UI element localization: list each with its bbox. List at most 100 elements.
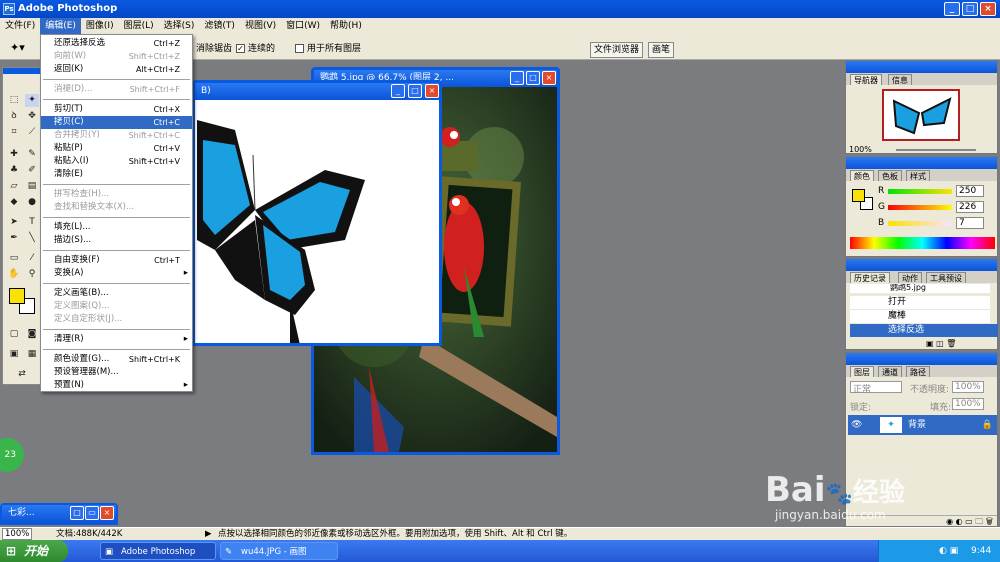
magic-wand-tool-icon[interactable]: ✦ — [25, 94, 39, 107]
doc-minimize-button[interactable]: _ — [391, 84, 405, 98]
clone-stamp-icon[interactable]: ♣ — [7, 164, 21, 177]
menu-window[interactable]: 窗口(W) — [281, 18, 325, 34]
doc-minimize-button[interactable]: _ — [510, 71, 524, 85]
marquee-tool-icon[interactable]: ⬚ — [7, 94, 21, 107]
dodge-tool-icon[interactable]: ● — [25, 196, 39, 209]
menu-edit[interactable]: 编辑(E) — [40, 18, 81, 34]
menu-file[interactable]: 文件(F) — [0, 18, 40, 34]
visibility-eye-icon[interactable]: 👁 — [851, 415, 862, 435]
blend-mode-select[interactable]: 正常 — [850, 381, 902, 395]
pen-tool-icon[interactable]: ✒ — [7, 232, 21, 245]
quickmask-mode-icon[interactable]: ◙ — [25, 328, 39, 341]
color-ramp[interactable] — [850, 237, 995, 249]
tab-channels[interactable]: 通道 — [878, 366, 902, 377]
edit-menu-item[interactable]: 自由变换(F) Ctrl+T — [41, 254, 192, 267]
edit-menu-item[interactable]: 描边(S)... — [41, 234, 192, 247]
tab-info[interactable]: 信息 — [888, 74, 912, 85]
red-slider[interactable] — [888, 189, 952, 194]
menu-view[interactable]: 视图(V) — [240, 18, 281, 34]
fullscreen-mode-icon[interactable]: ▦ — [25, 348, 39, 361]
layer-row-background[interactable]: 背景 👁 ✦ 🔒 — [848, 415, 997, 435]
doc-close-button[interactable]: × — [542, 71, 556, 85]
clock[interactable]: 9:44 — [971, 540, 991, 562]
tab-color[interactable]: 颜色 — [850, 170, 874, 181]
tab-swatches[interactable]: 色板 — [878, 170, 902, 181]
history-item-selected[interactable]: 选择反选 — [850, 324, 998, 337]
imageready-icon[interactable]: ⇄ — [15, 368, 29, 381]
magic-wand-icon[interactable]: ✦▾ — [10, 41, 25, 54]
brushes-tab[interactable]: 画笔 — [648, 42, 675, 58]
contiguous-checkbox[interactable]: ✓ 连续的 — [236, 41, 275, 54]
history-snapshot[interactable]: 鹦鹉5.jpg — [850, 284, 990, 293]
notes-tool-icon[interactable]: ▭ — [7, 252, 21, 265]
edit-menu-item[interactable]: 预设管理器(M)... — [41, 366, 192, 379]
opacity-field[interactable]: 100% — [952, 381, 984, 393]
status-zoom[interactable]: 100% — [2, 528, 32, 540]
foreground-color-swatch[interactable] — [9, 288, 25, 304]
document-window-butterfly[interactable]: B) _ □ × — [192, 80, 442, 346]
navigator-thumbnail[interactable] — [882, 89, 960, 141]
edit-menu-item[interactable]: 还原选择反选 Ctrl+Z — [41, 37, 192, 50]
file-browser-tab[interactable]: 文件浏览器 — [590, 42, 644, 58]
green-slider[interactable] — [888, 205, 952, 210]
edit-menu-item[interactable]: 粘贴入(I) Shift+Ctrl+V — [41, 155, 192, 168]
crop-tool-icon[interactable]: ⌗ — [7, 126, 21, 139]
task-photoshop[interactable]: ▣ Adobe Photoshop — [100, 542, 216, 560]
type-tool-icon[interactable]: T — [25, 216, 39, 229]
tray-icons[interactable]: ◐ ▣ — [939, 540, 958, 562]
edit-menu-item[interactable]: 清除(E) — [41, 168, 192, 181]
minimized-document[interactable]: 七彩... □ ▭ × — [0, 503, 118, 525]
zoom-tool-icon[interactable]: ⚲ — [25, 268, 39, 281]
shape-tool-icon[interactable]: ╲ — [25, 232, 39, 245]
blue-slider[interactable] — [888, 221, 952, 226]
minimize-button[interactable]: _ — [944, 2, 960, 16]
edit-menu-item[interactable]: 填充(L)... — [41, 221, 192, 234]
green-value[interactable]: 226 — [956, 201, 984, 213]
standard-mode-icon[interactable]: ▢ — [7, 328, 21, 341]
edit-menu-item[interactable]: 清理(R) ▸ — [41, 333, 192, 346]
edit-menu-item[interactable]: 剪切(T) Ctrl+X — [41, 103, 192, 116]
hand-tool-icon[interactable]: ✋ — [7, 268, 21, 281]
history-item[interactable]: 打开 — [850, 296, 990, 309]
edit-menu-item[interactable]: 粘贴(P) Ctrl+V — [41, 142, 192, 155]
close-button[interactable]: × — [980, 2, 996, 16]
menu-filter[interactable]: 滤镜(T) — [199, 18, 240, 34]
brush-tool-icon[interactable]: ✎ — [25, 148, 39, 161]
eraser-tool-icon[interactable]: ▱ — [7, 180, 21, 193]
edit-menu-item[interactable]: 定义画笔(B)... — [41, 287, 192, 300]
tab-history[interactable]: 历史记录 — [850, 272, 890, 283]
restore-button[interactable]: □ — [70, 506, 84, 520]
gradient-tool-icon[interactable]: ▤ — [25, 180, 39, 193]
move-tool-icon[interactable]: ✥ — [25, 110, 39, 123]
healing-brush-icon[interactable]: ✚ — [7, 148, 21, 161]
slice-tool-icon[interactable]: ⟋ — [25, 126, 39, 139]
tab-tool-presets[interactable]: 工具预设 — [926, 272, 966, 283]
doc-maximize-button[interactable]: □ — [526, 71, 540, 85]
menu-select[interactable]: 选择(S) — [159, 18, 200, 34]
tab-layers[interactable]: 图层 — [850, 366, 874, 377]
edit-menu-item[interactable]: 拷贝(C) Ctrl+C — [41, 116, 192, 129]
doc-close-button[interactable]: × — [425, 84, 439, 98]
red-value[interactable]: 250 — [956, 185, 984, 197]
tab-actions[interactable]: 动作 — [898, 272, 922, 283]
blue-value[interactable]: 7 — [956, 217, 984, 229]
tab-navigator[interactable]: 导航器 — [850, 74, 882, 85]
history-item[interactable]: 魔棒 — [850, 310, 990, 323]
fill-field[interactable]: 100% — [952, 398, 984, 410]
zoom-slider[interactable] — [896, 149, 976, 151]
edit-menu-item[interactable]: 颜色设置(G)... Shift+Ctrl+K — [41, 353, 192, 366]
edit-menu-item[interactable]: 变换(A) ▸ — [41, 267, 192, 280]
maximize-button[interactable]: ▭ — [85, 506, 99, 520]
edit-menu-item[interactable]: 返回(K) Alt+Ctrl+Z — [41, 63, 192, 76]
navigator-zoom[interactable]: 100% — [849, 145, 872, 154]
menu-help[interactable]: 帮助(H) — [325, 18, 367, 34]
close-button[interactable]: × — [100, 506, 114, 520]
maximize-button[interactable]: □ — [962, 2, 978, 16]
start-button[interactable]: ⊞ 开始 — [0, 540, 68, 562]
tab-styles[interactable]: 样式 — [906, 170, 930, 181]
blur-tool-icon[interactable]: ◆ — [7, 196, 21, 209]
butterfly-image[interactable] — [195, 100, 439, 343]
edit-menu-item[interactable]: 预置(N) ▸ — [41, 379, 192, 392]
lasso-tool-icon[interactable]: ꝺ — [7, 110, 21, 123]
fg-color-swatch[interactable] — [852, 189, 865, 202]
